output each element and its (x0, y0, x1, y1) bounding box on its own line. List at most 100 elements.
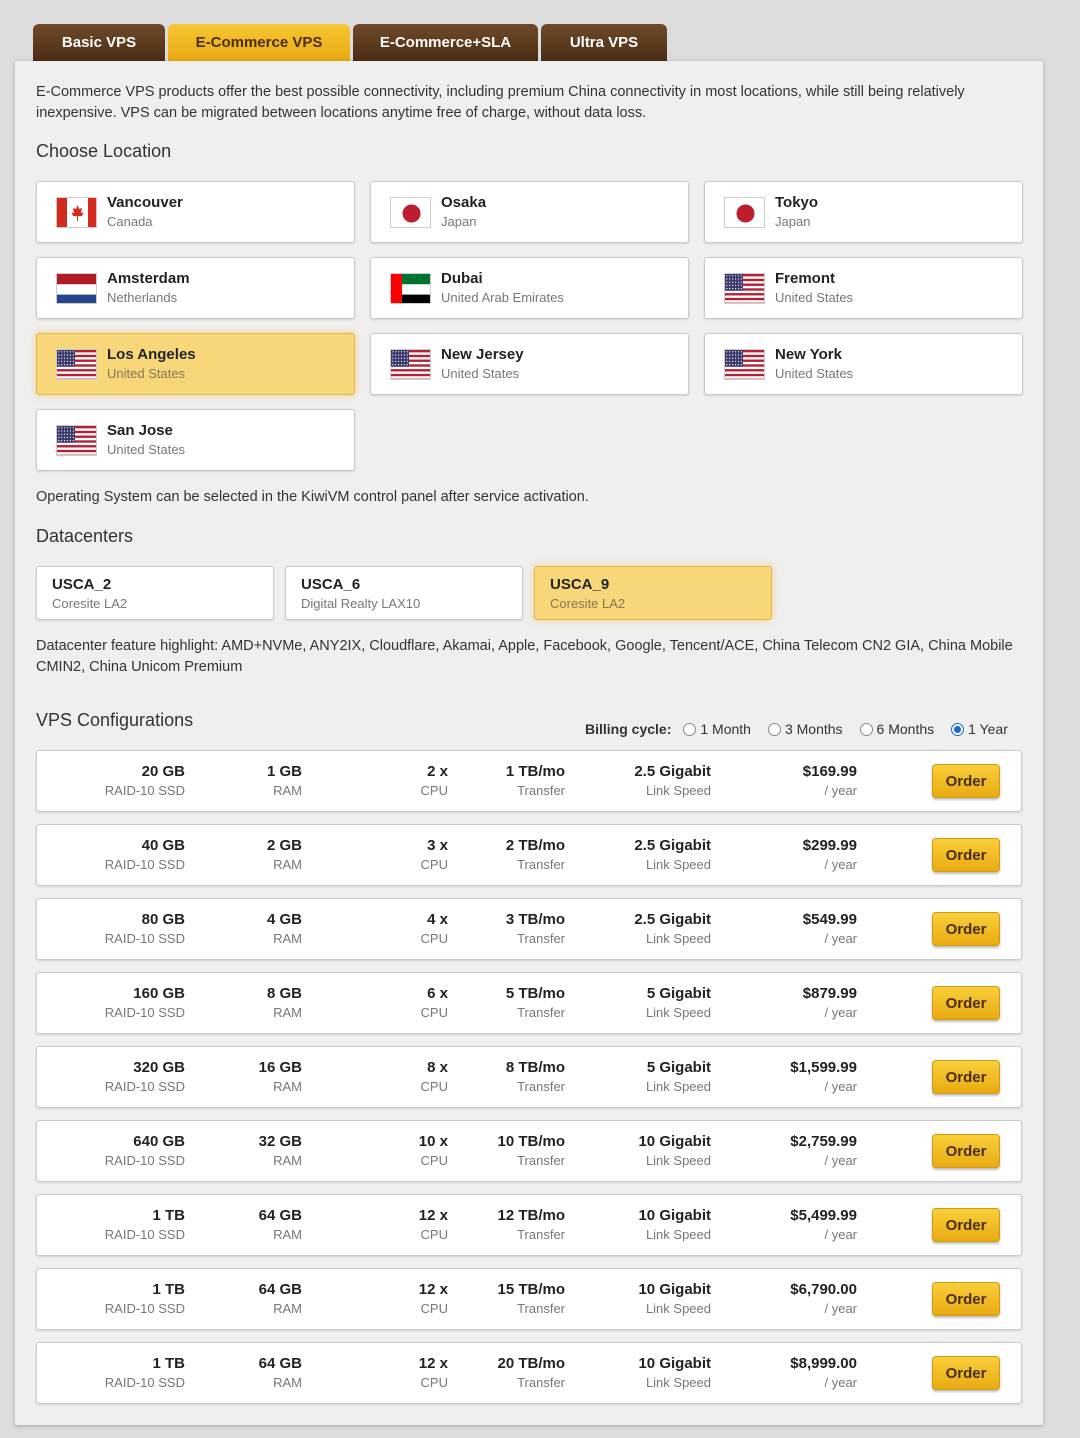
plan-transfer-value: 10 TB/mo (497, 1133, 565, 1150)
plan-price-unit: / year (824, 1079, 857, 1094)
location-card-new-york[interactable]: New York United States (704, 333, 1023, 395)
location-card-fremont[interactable]: Fremont United States (704, 257, 1023, 319)
plan-ram: 32 GB RAM (259, 1132, 302, 1170)
radio-button[interactable] (951, 722, 965, 736)
location-card-los-angeles[interactable]: Los Angeles United States (36, 333, 355, 395)
location-heading: Choose Location (36, 141, 172, 161)
plan-link-value: 5 Gigabit (646, 985, 711, 1002)
plan-link-unit: Link Speed (645, 1005, 711, 1020)
us-flag-icon (56, 349, 97, 380)
plan-cpu: 6 x CPU (421, 984, 448, 1022)
location-card-osaka[interactable]: Osaka Japan (370, 181, 689, 243)
billing-option-3-months[interactable]: 3 Months (767, 721, 843, 737)
plan-disk: 1 TB RAID-10 SSD (105, 1206, 185, 1244)
plan-ram: 64 GB RAM (259, 1206, 302, 1244)
plan-transfer-value: 3 TB/mo (505, 911, 565, 928)
location-card-san-jose[interactable]: San Jose United States (36, 409, 355, 471)
plan-link: 10 Gigabit Link Speed (638, 1280, 711, 1318)
plan-row: 1 TB RAID-10 SSD 64 GB RAM 12 x CPU 15 TB/mo Tr… (36, 1268, 1022, 1330)
datacenter-card-usca-2[interactable]: USCA_2 Coresite LA2 (36, 566, 274, 620)
tab-ecommerce-sla[interactable]: E-Commerce+SLA (353, 24, 538, 62)
plan-disk: 320 GB RAID-10 SSD (105, 1058, 185, 1096)
location-country: Japan (441, 214, 477, 229)
plan-link-value: 10 Gigabit (638, 1355, 711, 1372)
plan-ram-unit: RAM (273, 783, 302, 798)
location-country: United States (441, 366, 520, 381)
plan-price-unit: / year (824, 1005, 857, 1020)
plan-link-value: 10 Gigabit (638, 1207, 711, 1224)
plan-cpu-unit: CPU (420, 857, 448, 872)
plan-disk-value: 160 GB (133, 985, 185, 1002)
datacenter-name: USCA_2 (52, 576, 112, 593)
datacenter-card-usca-6[interactable]: USCA_6 Digital Realty LAX10 (285, 566, 523, 620)
location-card-tokyo[interactable]: Tokyo Japan (704, 181, 1023, 243)
tab-ecommerce-vps[interactable]: E-Commerce VPS (168, 24, 350, 62)
billing-option-1-year[interactable]: 1 Year (951, 721, 1008, 737)
plan-disk: 1 TB RAID-10 SSD (105, 1354, 185, 1392)
tab-basic-vps[interactable]: Basic VPS (33, 24, 165, 62)
plan-link-value: 10 Gigabit (638, 1133, 711, 1150)
plan-cpu-value: 8 x (427, 1059, 448, 1076)
plan-disk-unit: RAID-10 SSD (104, 1375, 185, 1390)
plan-cpu-unit: CPU (420, 1375, 448, 1390)
order-button[interactable]: Order (932, 1282, 1000, 1316)
canada-flag-icon (56, 197, 97, 228)
billing-option-6-months[interactable]: 6 Months (859, 721, 935, 737)
plan-price-unit: / year (824, 1227, 857, 1242)
plan-cpu: 10 x CPU (419, 1132, 448, 1170)
plan-disk-value: 320 GB (133, 1059, 185, 1076)
plan-cpu-unit: CPU (420, 1079, 448, 1094)
plan-disk-value: 1 TB (152, 1281, 185, 1298)
plan-transfer-unit: Transfer (517, 1301, 565, 1316)
plan-transfer-unit: Transfer (517, 931, 565, 946)
plan-price-value: $5,499.99 (790, 1207, 857, 1224)
location-city: Amsterdam (107, 270, 190, 287)
plan-disk: 20 GB RAID-10 SSD (105, 762, 185, 800)
billing-option-label: 6 Months (876, 721, 935, 737)
plan-disk-value: 640 GB (133, 1133, 185, 1150)
location-card-vancouver[interactable]: Vancouver Canada (36, 181, 355, 243)
plan-disk-value: 1 TB (152, 1355, 185, 1372)
billing-option-label: 1 Month (700, 721, 751, 737)
plan-disk-unit: RAID-10 SSD (104, 1227, 185, 1242)
plan-link: 5 Gigabit Link Speed (646, 1058, 711, 1096)
location-card-new-jersey[interactable]: New Jersey United States (370, 333, 689, 395)
order-button[interactable]: Order (932, 1208, 1000, 1242)
order-button[interactable]: Order (932, 986, 1000, 1020)
plan-transfer-unit: Transfer (517, 783, 565, 798)
billing-option-1-month[interactable]: 1 Month (683, 721, 751, 737)
datacenter-facility: Coresite LA2 (52, 596, 128, 611)
japan-flag-icon (390, 197, 431, 228)
radio-button[interactable] (767, 722, 781, 736)
plan-transfer-value: 15 TB/mo (497, 1281, 565, 1298)
order-button[interactable]: Order (932, 1060, 1000, 1094)
plan-transfer: 15 TB/mo Transfer (497, 1280, 565, 1318)
location-card-dubai[interactable]: Dubai United Arab Emirates (370, 257, 689, 319)
plan-ram-value: 1 GB (266, 763, 302, 780)
plan-price-value: $6,790.00 (790, 1281, 857, 1298)
plan-cpu-value: 3 x (427, 837, 448, 854)
order-button[interactable]: Order (932, 764, 1000, 798)
plan-disk-unit: RAID-10 SSD (104, 783, 185, 798)
plan-disk-unit: RAID-10 SSD (104, 1005, 185, 1020)
radio-button[interactable] (683, 722, 697, 736)
datacenter-card-usca-9[interactable]: USCA_9 Coresite LA2 (534, 566, 772, 620)
order-button[interactable]: Order (932, 838, 1000, 872)
tab-ultra-vps[interactable]: Ultra VPS (541, 24, 667, 62)
plan-row: 20 GB RAID-10 SSD 1 GB RAM 2 x CPU 1 TB/mo Tran… (36, 750, 1022, 812)
plan-row: 320 GB RAID-10 SSD 16 GB RAM 8 x CPU 8 TB/mo Tr… (36, 1046, 1022, 1108)
plan-ram-value: 64 GB (258, 1355, 302, 1372)
radio-button[interactable] (859, 722, 873, 736)
billing-cycle-label: Billing cycle: (585, 721, 672, 737)
plan-link-value: 5 Gigabit (646, 1059, 711, 1076)
plan-price: $6,790.00 / year (790, 1280, 857, 1318)
plan-price-value: $2,759.99 (790, 1133, 857, 1150)
order-button[interactable]: Order (932, 912, 1000, 946)
billing-cycle: Billing cycle: 1 Month 3 Months 6 Months… (585, 721, 1008, 737)
plan-cpu: 12 x CPU (419, 1280, 448, 1318)
datacenter-name: USCA_6 (301, 576, 361, 593)
order-button[interactable]: Order (932, 1356, 1000, 1390)
billing-option-label: 1 Year (968, 721, 1008, 737)
order-button[interactable]: Order (932, 1134, 1000, 1168)
location-card-amsterdam[interactable]: Amsterdam Netherlands (36, 257, 355, 319)
